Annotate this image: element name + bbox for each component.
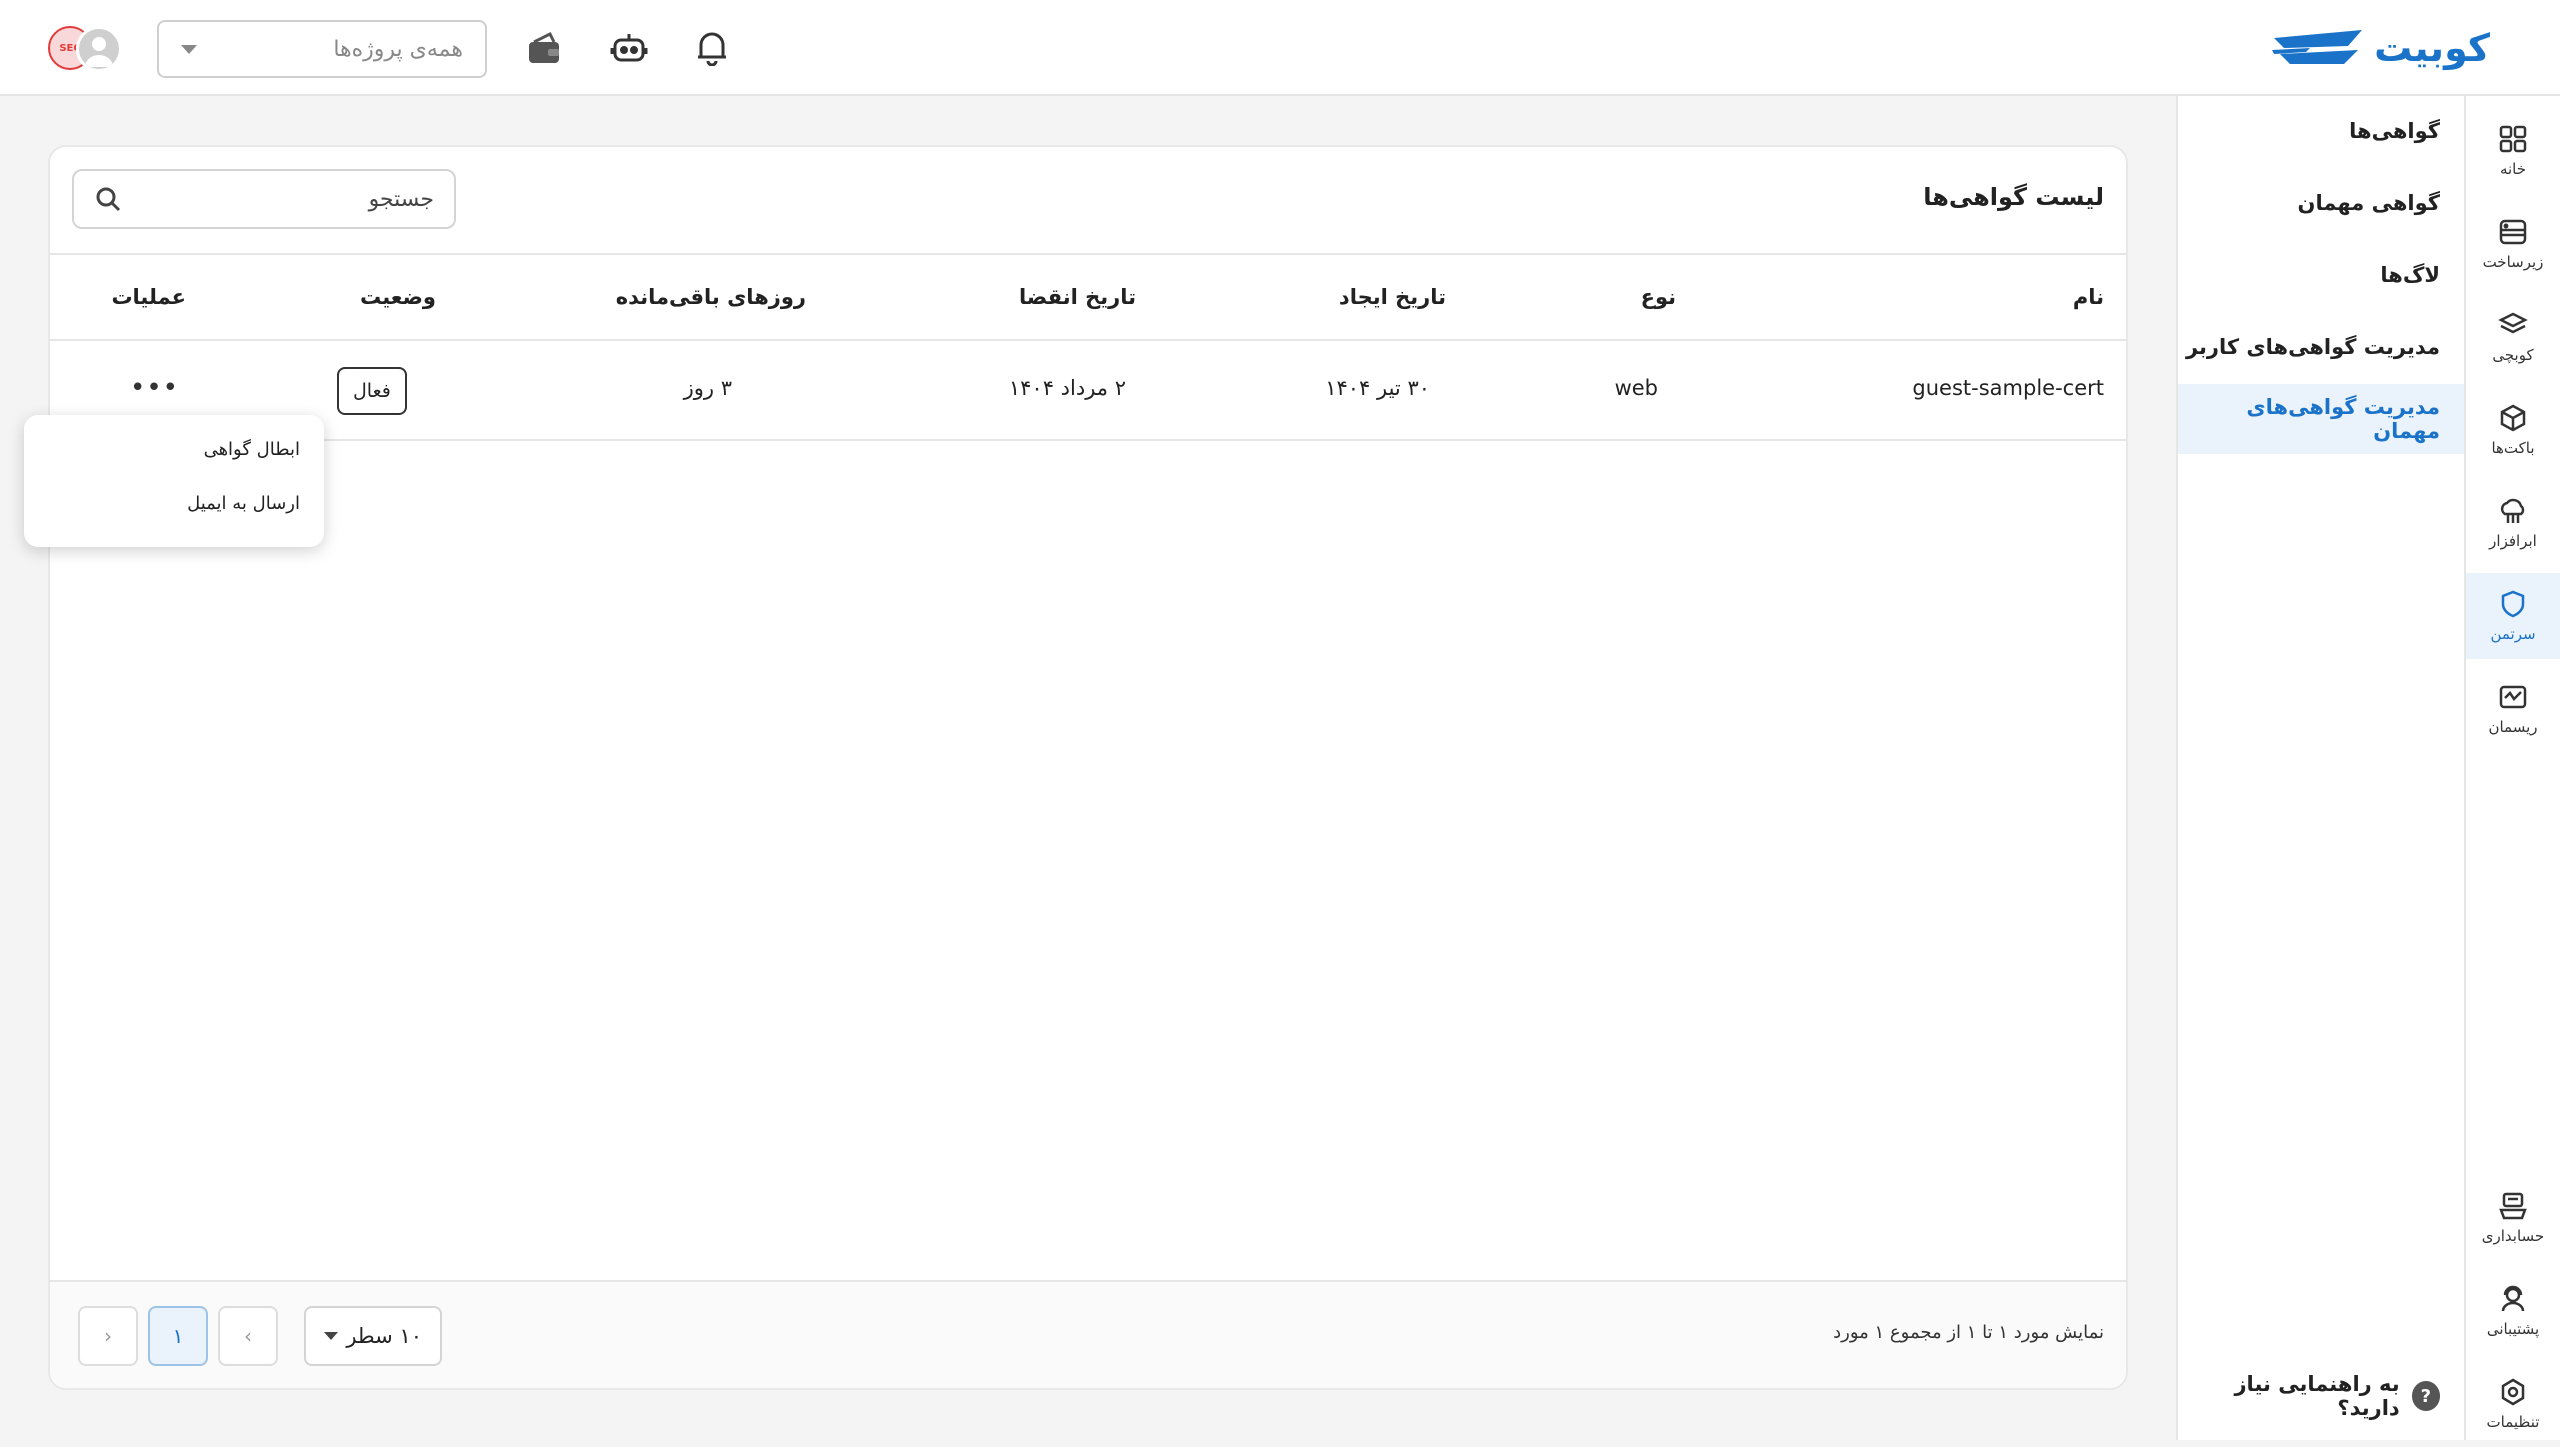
card-header: لیست گواهی‌ها جستجو (50, 147, 2126, 255)
layers-icon (2498, 312, 2528, 334)
page-number: ۱ (172, 1324, 184, 1348)
column-header-remaining[interactable]: روزهای باقی‌مانده (616, 285, 806, 309)
cell-created: ۳۰ تیر ۱۴۰۴ (1325, 376, 1430, 400)
chevron-down-icon (324, 1332, 338, 1340)
submenu-item-guest-cert-management[interactable]: مدیریت گواهی‌های مهمان (2178, 384, 2464, 454)
rail-item-risman[interactable]: ریسمان (2466, 666, 2560, 752)
chevron-left-icon: ‹ (104, 1324, 112, 1348)
logo-text: کوبیت (2374, 26, 2490, 70)
avatar[interactable] (76, 26, 122, 72)
table-footer: نمایش مورد ۱ تا ۱ از مجموع ۱ مورد ۱۰ سطر… (50, 1280, 2126, 1388)
rail-label: تنظیمات (2486, 1413, 2540, 1431)
rows-per-page-select[interactable]: ۱۰ سطر (304, 1306, 442, 1366)
next-page-button[interactable]: ‹ (78, 1306, 138, 1366)
cell-name: guest-sample-cert (1912, 376, 2104, 400)
rail-label: خانه (2499, 160, 2527, 178)
box-icon (2500, 404, 2526, 432)
column-header-status[interactable]: وضعیت (360, 285, 436, 309)
search-placeholder: جستجو (368, 186, 434, 212)
rail-item-accounting[interactable]: حسابداری (2466, 1175, 2560, 1261)
column-header-type[interactable]: نوع (1641, 285, 1676, 309)
certificates-card: لیست گواهی‌ها جستجو نام نوع تاریخ ایجاد … (24, 145, 2128, 1390)
server-icon (2499, 219, 2527, 245)
submenu-item-certificates[interactable]: گواهی‌ها (2178, 96, 2464, 166)
rail-item-home[interactable]: خانه (2466, 108, 2560, 194)
grid-icon (2499, 125, 2527, 153)
prev-page-button[interactable]: › (218, 1306, 278, 1366)
logo-ship-icon (2272, 30, 2363, 64)
rail-label: ابرافزار (2489, 532, 2537, 550)
rail-label: ریسمان (2488, 718, 2538, 736)
support-icon (2501, 1285, 2525, 1312)
rail-item-settings[interactable]: تنظیمات (2466, 1361, 2560, 1447)
search-icon (96, 187, 121, 212)
page-button-current[interactable]: ۱ (148, 1306, 208, 1366)
cell-type: web (1614, 376, 1658, 400)
rail-item-infrastructure[interactable]: زیرساخت (2466, 201, 2560, 287)
kubit-logo[interactable]: کوبیت (2270, 22, 2490, 74)
pagination-info: نمایش مورد ۱ تا ۱ از مجموع ۱ مورد (1833, 1322, 2104, 1343)
rail-item-cloudware[interactable]: ابرافزار (2466, 480, 2560, 566)
column-header-actions: عملیات (111, 285, 186, 309)
user-menu[interactable]: SEC (48, 26, 124, 72)
rail-item-support[interactable]: پشتیبانی (2466, 1268, 2560, 1354)
submenu-item-logs[interactable]: لاگ‌ها (2178, 240, 2464, 310)
help-text: به راهنمایی نیاز دارید؟ (2234, 1372, 2400, 1420)
rail-label: سرتمن (2490, 625, 2536, 643)
cloud-icon (2500, 498, 2525, 523)
submenu-item-user-cert-management[interactable]: مدیریت گواهی‌های کاربر (2178, 312, 2464, 382)
question-icon: ? (2411, 1381, 2440, 1411)
search-input[interactable]: جستجو (72, 169, 456, 229)
chevron-right-icon: › (244, 1324, 252, 1348)
submenu-item-guest-certificate[interactable]: گواهی مهمان (2178, 168, 2464, 238)
column-header-created[interactable]: تاریخ ایجاد (1339, 285, 1446, 309)
chevron-down-icon (181, 44, 197, 54)
top-header: کوبیت همه‌ی پروژه‌ها SEC (0, 0, 2560, 96)
cell-expires: ۲ مرداد ۱۴۰۴ (1008, 376, 1126, 400)
settings-icon (2501, 1378, 2525, 1406)
accounting-icon (2499, 1192, 2527, 1220)
bell-icon[interactable] (692, 28, 732, 68)
menu-item-send-email[interactable]: ارسال به ایمیل (187, 493, 300, 514)
rail-label: زیرساخت (2482, 253, 2544, 271)
menu-item-revoke-certificate[interactable]: ابطال گواهی (204, 439, 300, 460)
wallet-icon[interactable] (524, 28, 564, 68)
column-header-name[interactable]: نام (2073, 285, 2104, 309)
page-title: لیست گواهی‌ها (1923, 183, 2104, 211)
rail-item-buckets[interactable]: باکت‌ها (2466, 387, 2560, 473)
shield-icon (2501, 590, 2525, 618)
rail-label: پشتیبانی (2486, 1320, 2540, 1338)
row-actions-button[interactable]: ••• (130, 373, 179, 403)
rail-item-kubchi[interactable]: کوبچی (2466, 294, 2560, 380)
rows-per-page-value: ۱۰ سطر (346, 1324, 422, 1348)
project-select[interactable]: همه‌ی پروژه‌ها (157, 20, 487, 78)
rail-label: باکت‌ها (2491, 439, 2535, 457)
cell-remaining: ۳ روز (683, 376, 732, 400)
column-header-expires[interactable]: تاریخ انقضا (1019, 285, 1136, 309)
chart-icon (2499, 685, 2527, 709)
table-header: نام نوع تاریخ ایجاد تاریخ انقضا روزهای ب… (50, 257, 2126, 341)
status-badge: فعال (337, 367, 407, 415)
rail-label: کوبچی (2492, 346, 2534, 364)
section-menu: گواهی‌ها گواهی مهمان لاگ‌ها مدیریت گواهی… (2176, 96, 2464, 1440)
rail-label: حسابداری (2481, 1227, 2545, 1245)
project-select-value: همه‌ی پروژه‌ها (333, 36, 463, 62)
table-row[interactable]: guest-sample-cert web ۳۰ تیر ۱۴۰۴ ۲ مردا… (50, 343, 2126, 441)
robot-icon[interactable] (609, 28, 649, 68)
rail-item-certman[interactable]: سرتمن (2466, 573, 2560, 659)
row-actions-menu: ابطال گواهی ارسال به ایمیل (24, 415, 324, 547)
help-link[interactable]: ? به راهنمایی نیاز دارید؟ (2178, 1372, 2440, 1420)
icon-rail: خانه زیرساخت کوبچی باکت‌ها ابرافزار سرتم… (2464, 96, 2560, 1440)
